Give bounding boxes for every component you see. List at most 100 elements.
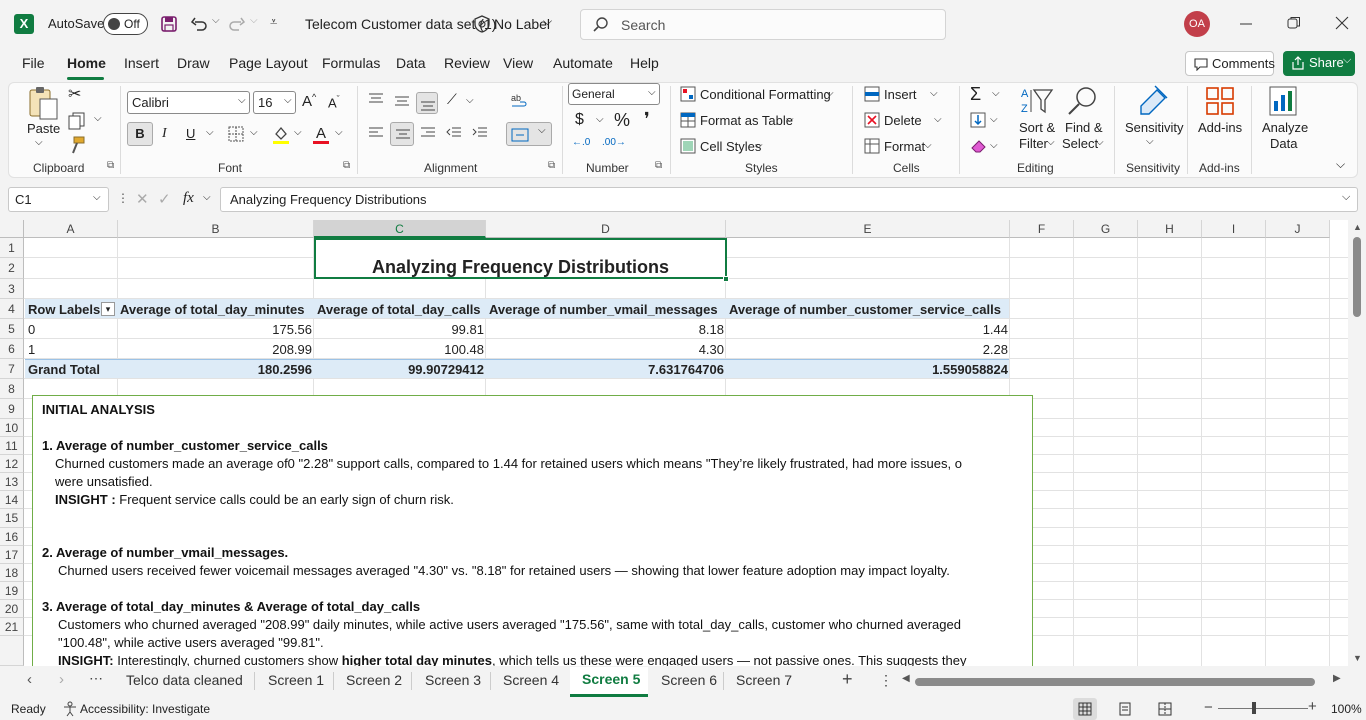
menu-data[interactable]: Data bbox=[396, 55, 426, 71]
underline-button[interactable]: U bbox=[186, 126, 195, 141]
row-header[interactable]: 2 bbox=[0, 258, 24, 279]
save-icon[interactable] bbox=[160, 15, 178, 33]
scroll-right-icon[interactable]: ▶ bbox=[1333, 673, 1341, 684]
orientation-icon[interactable]: ⟋ bbox=[447, 91, 457, 108]
row-header[interactable]: 18 bbox=[0, 564, 24, 582]
row-header[interactable]: 17 bbox=[0, 546, 24, 564]
bold-button[interactable]: B bbox=[127, 122, 153, 146]
menu-help[interactable]: Help bbox=[630, 55, 659, 71]
chevron-down-icon[interactable]: ⌵ bbox=[206, 127, 214, 138]
row-header[interactable]: 10 bbox=[0, 419, 24, 437]
paste-label[interactable]: Paste bbox=[27, 121, 60, 136]
document-title[interactable]: Telecom Customer data set (1) bbox=[305, 16, 496, 32]
page-break-preview-icon[interactable] bbox=[1158, 702, 1172, 716]
sheet-tab[interactable]: Screen 7 bbox=[736, 672, 792, 688]
menu-view[interactable]: View bbox=[503, 55, 533, 71]
column-header-f[interactable]: F bbox=[1010, 220, 1074, 238]
column-header-c[interactable]: C bbox=[314, 220, 486, 238]
sheet-tab[interactable]: Screen 6 bbox=[661, 672, 717, 688]
pivot-total-cell[interactable]: 180.2596 bbox=[118, 362, 312, 377]
add-ins-button[interactable]: Add-ins bbox=[1198, 120, 1242, 135]
chevron-down-icon[interactable]: ⌵ bbox=[990, 140, 998, 151]
selected-cell-c1[interactable]: Analyzing Frequency Distributions bbox=[314, 238, 727, 279]
pivot-cell[interactable]: 8.18 bbox=[486, 322, 724, 337]
insert-cells-icon[interactable] bbox=[864, 86, 880, 102]
pivot-header-b[interactable]: Average of total_day_minutes bbox=[120, 302, 304, 317]
chevron-down-icon[interactable]: ⌵ bbox=[786, 114, 794, 125]
chevron-down-icon[interactable]: ⌵ bbox=[755, 140, 763, 151]
chevron-down-icon[interactable]: ⌵ bbox=[934, 114, 942, 125]
delete-cells-label[interactable]: Delete bbox=[884, 113, 922, 128]
chevron-down-icon[interactable]: ⌵ bbox=[294, 127, 302, 138]
pivot-total-cell[interactable]: 99.90729412 bbox=[314, 362, 484, 377]
add-sheet-icon[interactable]: + bbox=[842, 669, 853, 690]
expand-formula-bar-icon[interactable]: ⌵ bbox=[1342, 191, 1350, 204]
dialog-launcher-icon[interactable]: ⧉ bbox=[655, 160, 662, 171]
insert-function-icon[interactable]: fx bbox=[183, 190, 194, 207]
row-header[interactable]: 11 bbox=[0, 437, 24, 455]
sheet-tab-active[interactable]: Screen 5 bbox=[582, 671, 640, 687]
sheet-tab[interactable]: Screen 4 bbox=[503, 672, 559, 688]
sensitivity-button[interactable]: Sensitivity bbox=[1125, 120, 1184, 135]
row-header[interactable]: 16 bbox=[0, 528, 24, 546]
restore-icon[interactable] bbox=[1287, 16, 1301, 30]
worksheet-grid[interactable]: A B C D E F G H I J 1 2 3 4 5 6 7 8 9 10… bbox=[0, 220, 1348, 666]
pivot-cell[interactable]: 100.48 bbox=[314, 342, 484, 357]
tab-options-icon[interactable]: ⋮ bbox=[879, 672, 893, 689]
comma-style-icon[interactable]: ❜ bbox=[644, 109, 650, 130]
menu-insert[interactable]: Insert bbox=[124, 55, 159, 71]
minimize-icon[interactable] bbox=[1239, 16, 1253, 30]
pivot-header-e[interactable]: Average of number_customer_service_calls bbox=[729, 302, 1001, 317]
pivot-total-cell[interactable]: 1.559058824 bbox=[726, 362, 1008, 377]
chevron-down-icon[interactable]: ⌵ bbox=[94, 113, 102, 124]
align-top-icon[interactable] bbox=[368, 92, 384, 106]
delete-cells-icon[interactable] bbox=[864, 112, 880, 128]
comments-button[interactable]: Comments bbox=[1185, 51, 1275, 76]
wrap-text-icon[interactable]: ab bbox=[510, 92, 528, 110]
increase-decimal-icon[interactable]: ←.0 bbox=[572, 137, 590, 148]
name-box[interactable]: C1 ⌵ bbox=[8, 187, 109, 212]
menu-review[interactable]: Review bbox=[444, 55, 490, 71]
sort-filter-label[interactable]: Sort & bbox=[1019, 120, 1055, 135]
select-all-corner[interactable] bbox=[0, 220, 24, 238]
column-header-a[interactable]: A bbox=[24, 220, 118, 238]
customize-qat-icon[interactable]: ⩡ bbox=[270, 14, 277, 30]
row-header[interactable]: 21 bbox=[0, 618, 24, 636]
undo-icon[interactable] bbox=[190, 15, 208, 33]
scroll-left-icon[interactable]: ◀ bbox=[902, 673, 910, 684]
close-icon[interactable] bbox=[1335, 16, 1349, 30]
sort-filter-label-2[interactable]: Filter bbox=[1019, 136, 1048, 151]
pivot-total-cell[interactable]: 7.631764706 bbox=[486, 362, 724, 377]
row-header[interactable]: 19 bbox=[0, 582, 24, 600]
pivot-cell[interactable]: 2.28 bbox=[726, 342, 1008, 357]
find-select-icon[interactable] bbox=[1066, 86, 1098, 116]
decrease-font-size-icon[interactable]: Aˇ bbox=[328, 94, 340, 110]
menu-automate[interactable]: Automate bbox=[553, 55, 613, 71]
scroll-down-icon[interactable]: ▼ bbox=[1353, 653, 1362, 663]
share-button[interactable]: Share ⌵ bbox=[1283, 51, 1355, 76]
vertical-scrollbar[interactable]: ▲ ▼ bbox=[1348, 220, 1366, 666]
column-header-g[interactable]: G bbox=[1074, 220, 1138, 238]
sensitivity-icon[interactable] bbox=[1137, 84, 1169, 116]
conditional-formatting-icon[interactable] bbox=[680, 86, 696, 102]
find-select-label-2[interactable]: Select bbox=[1062, 136, 1098, 151]
scroll-up-icon[interactable]: ▲ bbox=[1353, 222, 1362, 232]
clear-eraser-icon[interactable] bbox=[970, 138, 988, 154]
menu-page-layout[interactable]: Page Layout bbox=[229, 55, 308, 71]
row-header[interactable]: 7 bbox=[0, 359, 24, 379]
pivot-header-d[interactable]: Average of number_vmail_messages bbox=[489, 302, 718, 317]
find-select-label[interactable]: Find & bbox=[1065, 120, 1103, 135]
chevron-down-icon[interactable]: ⌵ bbox=[335, 127, 343, 138]
font-name-select[interactable]: Calibri ⌵ bbox=[127, 91, 250, 114]
dialog-launcher-icon[interactable]: ⧉ bbox=[343, 160, 350, 171]
accessibility-status[interactable]: Accessibility: Investigate bbox=[80, 702, 210, 716]
row-header[interactable]: 15 bbox=[0, 509, 24, 528]
font-color-icon[interactable]: A bbox=[312, 124, 330, 145]
row-header[interactable]: 14 bbox=[0, 491, 24, 509]
pivot-row-label[interactable]: 1 bbox=[28, 342, 35, 357]
increase-font-size-icon[interactable]: A^ bbox=[302, 92, 316, 110]
page-layout-view-icon[interactable] bbox=[1118, 702, 1132, 716]
conditional-formatting-label[interactable]: Conditional Formatting bbox=[700, 87, 831, 102]
align-center-button[interactable] bbox=[390, 122, 414, 146]
pivot-cell[interactable]: 1.44 bbox=[726, 322, 1008, 337]
